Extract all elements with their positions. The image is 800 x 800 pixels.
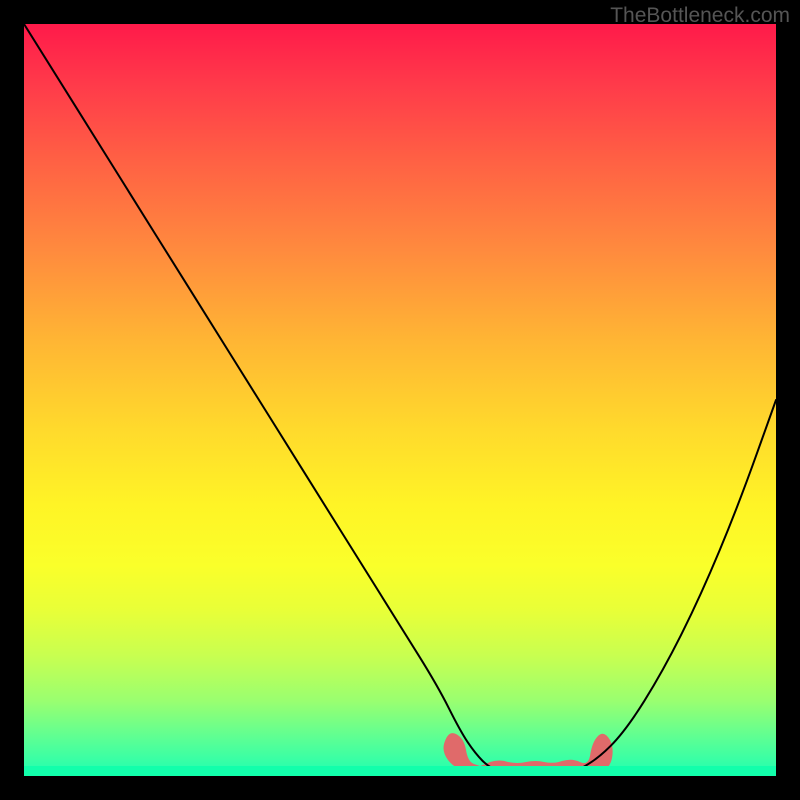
- watermark-text: TheBottleneck.com: [610, 4, 790, 28]
- curve-layer: [24, 24, 776, 776]
- baseline-strip: [24, 766, 776, 776]
- bottleneck-curve-line: [24, 24, 776, 776]
- plot-area: [24, 24, 776, 776]
